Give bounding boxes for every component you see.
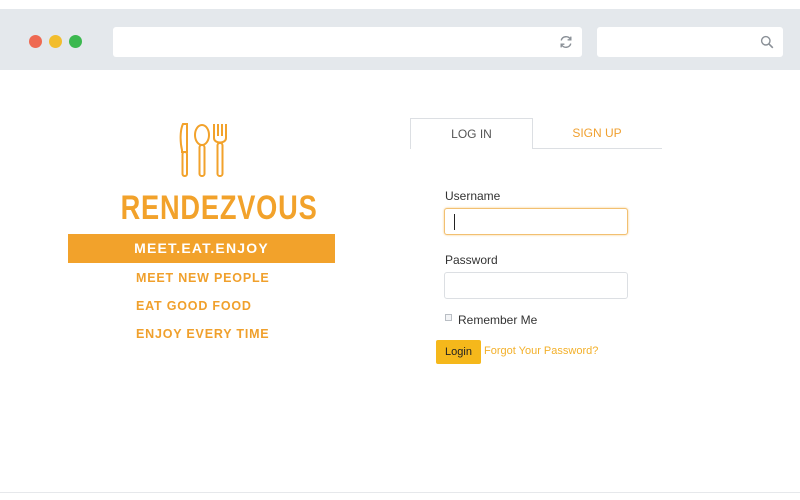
remember-me-label[interactable]: Remember Me: [458, 313, 537, 327]
maximize-window-dot[interactable]: [69, 35, 82, 48]
tagline-text: MEET.EAT.ENJOY: [134, 240, 269, 256]
address-bar[interactable]: [113, 27, 582, 57]
username-field[interactable]: [444, 208, 628, 235]
auth-tabs: LOG IN SIGN UP: [410, 118, 662, 149]
text-caret: [454, 214, 455, 230]
close-window-dot[interactable]: [29, 35, 42, 48]
browser-search-bar[interactable]: [597, 27, 783, 57]
minimize-window-dot[interactable]: [49, 35, 62, 48]
tab-signup[interactable]: SIGN UP: [532, 118, 662, 149]
password-label: Password: [445, 253, 498, 267]
utensils-icon: [179, 123, 227, 177]
forgot-password-link[interactable]: Forgot Your Password?: [484, 345, 598, 357]
page-divider: [0, 492, 800, 493]
username-label: Username: [445, 189, 501, 203]
motto-meet: MEET NEW PEOPLE: [136, 271, 270, 285]
remember-me-checkbox[interactable]: [445, 314, 452, 321]
search-icon[interactable]: [760, 35, 774, 49]
tagline-banner: MEET.EAT.ENJOY: [68, 234, 335, 263]
password-field[interactable]: [444, 272, 628, 299]
motto-enjoy: ENJOY EVERY TIME: [136, 327, 270, 341]
brand-name: RENDEZVOUS: [120, 189, 318, 227]
tab-login[interactable]: LOG IN: [410, 118, 533, 149]
motto-eat: EAT GOOD FOOD: [136, 299, 252, 313]
reload-icon[interactable]: [558, 34, 574, 50]
login-button[interactable]: Login: [436, 340, 481, 364]
